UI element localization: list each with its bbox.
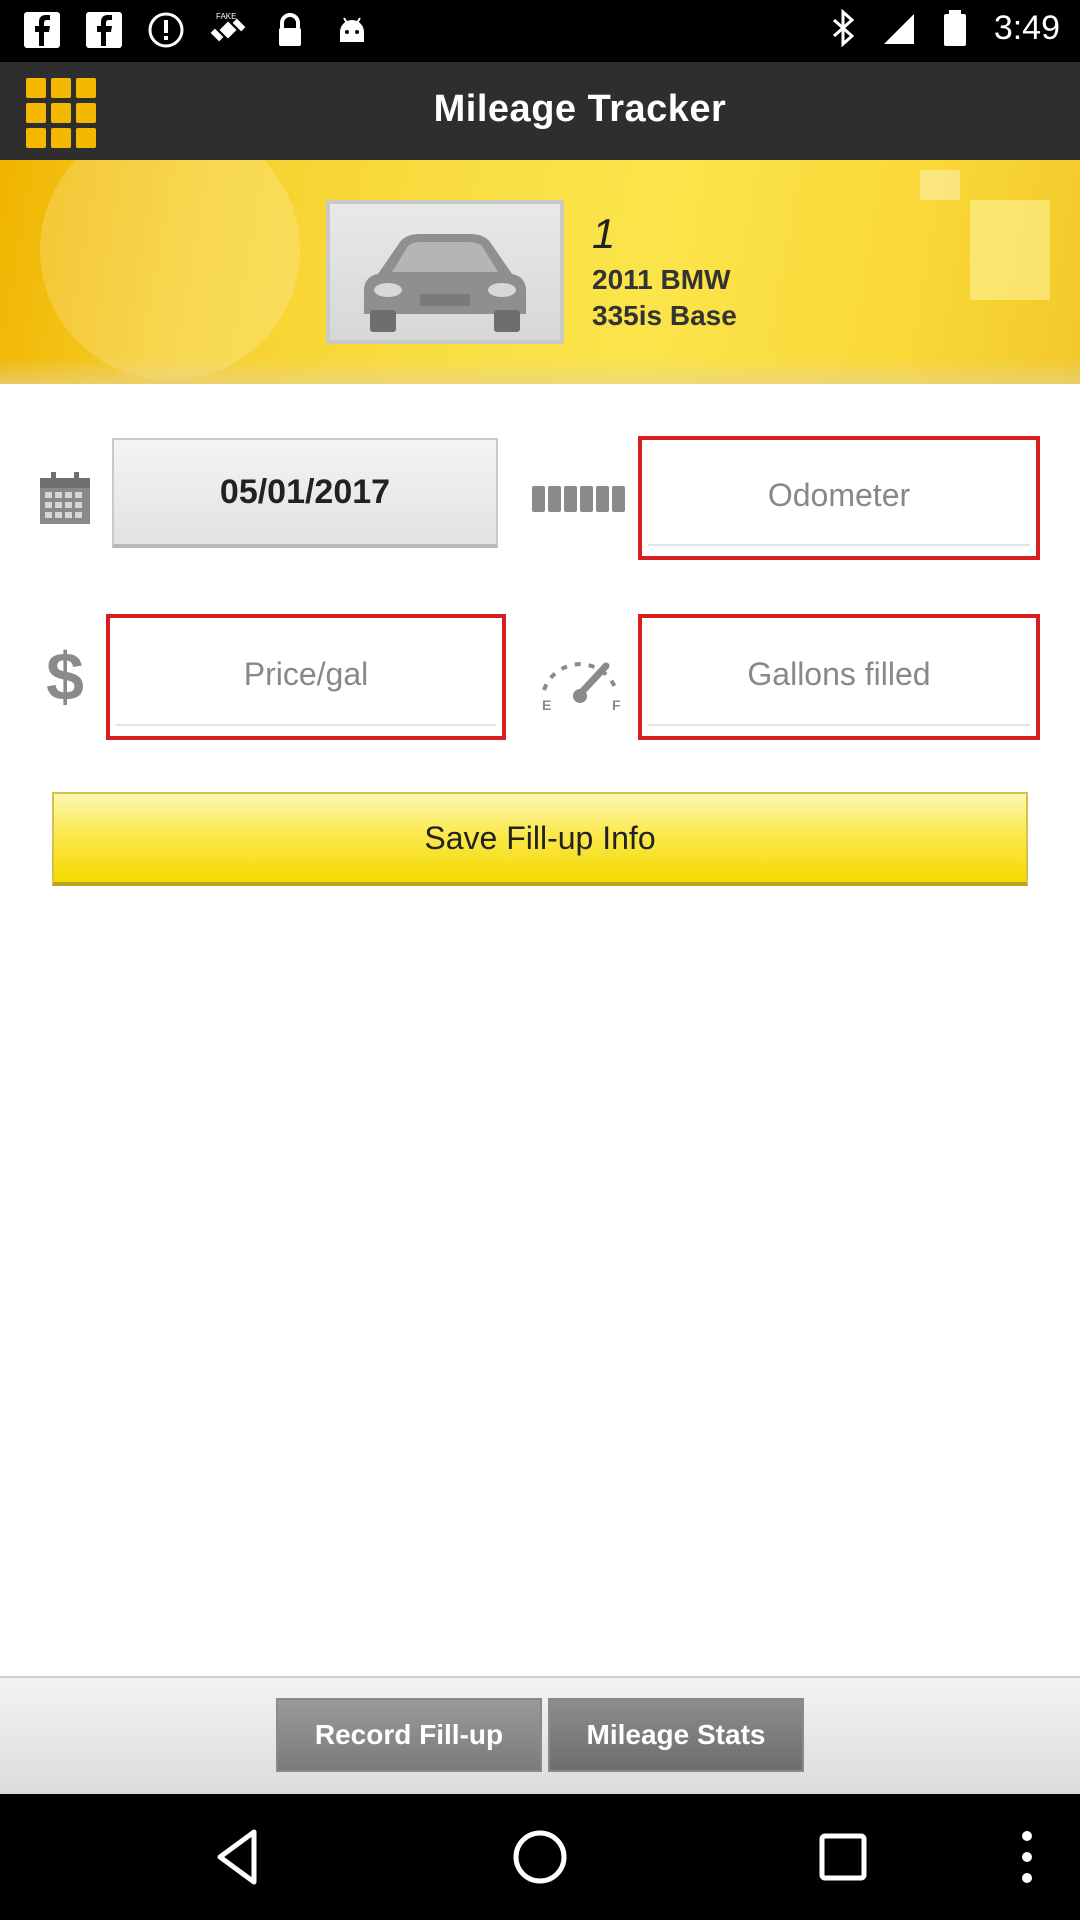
more-options-icon[interactable] (994, 1824, 1060, 1890)
banner-decoration (40, 160, 300, 380)
notification-icons: FAKE (22, 10, 372, 50)
facebook-icon (24, 12, 60, 48)
calendar-icon (40, 472, 90, 524)
tab-mileage-stats[interactable]: Mileage Stats (548, 1698, 804, 1772)
vehicle-model: 335is Base (592, 300, 737, 331)
banner-shade (0, 358, 1080, 384)
date-picker[interactable]: 05/01/2017 (112, 438, 498, 548)
vehicle-number: 1 (592, 210, 616, 257)
app-header: Mileage Tracker (0, 62, 1080, 160)
banner-decoration (920, 170, 960, 200)
svg-text:F: F (612, 697, 621, 712)
facebook-icon (86, 12, 122, 48)
vehicle-banner[interactable]: 1 2011 BMW 335is Base (0, 160, 1080, 384)
signal-icon (883, 14, 914, 44)
vehicle-image[interactable] (326, 200, 564, 344)
recents-icon[interactable] (810, 1824, 876, 1890)
battery-icon (943, 10, 966, 46)
android-icon (340, 17, 364, 42)
gallons-filled-field[interactable]: Gallons filled (638, 614, 1040, 740)
dollar-icon: $ (46, 640, 84, 710)
navigation-bar (0, 1794, 1080, 1920)
svg-text:FAKE: FAKE (216, 12, 236, 21)
odometer-icon (532, 486, 625, 512)
bottom-tab-bar: Record Fill-up Mileage Stats (0, 1676, 1080, 1794)
odometer-field[interactable]: Odometer (638, 436, 1040, 560)
car-icon (364, 234, 526, 332)
svg-text:$: $ (46, 640, 84, 710)
back-icon[interactable] (206, 1824, 272, 1890)
system-status-icons: 3:49 (826, 8, 1060, 48)
status-bar: FAKE 3:49 (0, 0, 1080, 62)
status-time: 3:49 (993, 8, 1060, 47)
lock-icon (279, 13, 301, 46)
app-title: Mileage Tracker (433, 88, 727, 130)
save-fill-up-button[interactable]: Save Fill-up Info (52, 792, 1028, 886)
svg-text:E: E (542, 697, 551, 712)
bluetooth-icon (832, 8, 855, 48)
screen: FAKE 3:49 Mileage Tracker 1 2011 BMW 335… (0, 0, 1080, 1920)
vehicle-year-make: 2011 BMW (592, 264, 731, 295)
price-per-gallon-field[interactable]: Price/gal (106, 614, 506, 740)
banner-decoration (970, 200, 1050, 300)
fuel-gauge-icon: E F (542, 662, 621, 712)
alert-icon (148, 12, 184, 48)
home-icon[interactable] (507, 1824, 573, 1890)
tab-record-fill-up[interactable]: Record Fill-up (276, 1698, 542, 1772)
fake-gps-satellite-icon: FAKE (210, 12, 246, 42)
